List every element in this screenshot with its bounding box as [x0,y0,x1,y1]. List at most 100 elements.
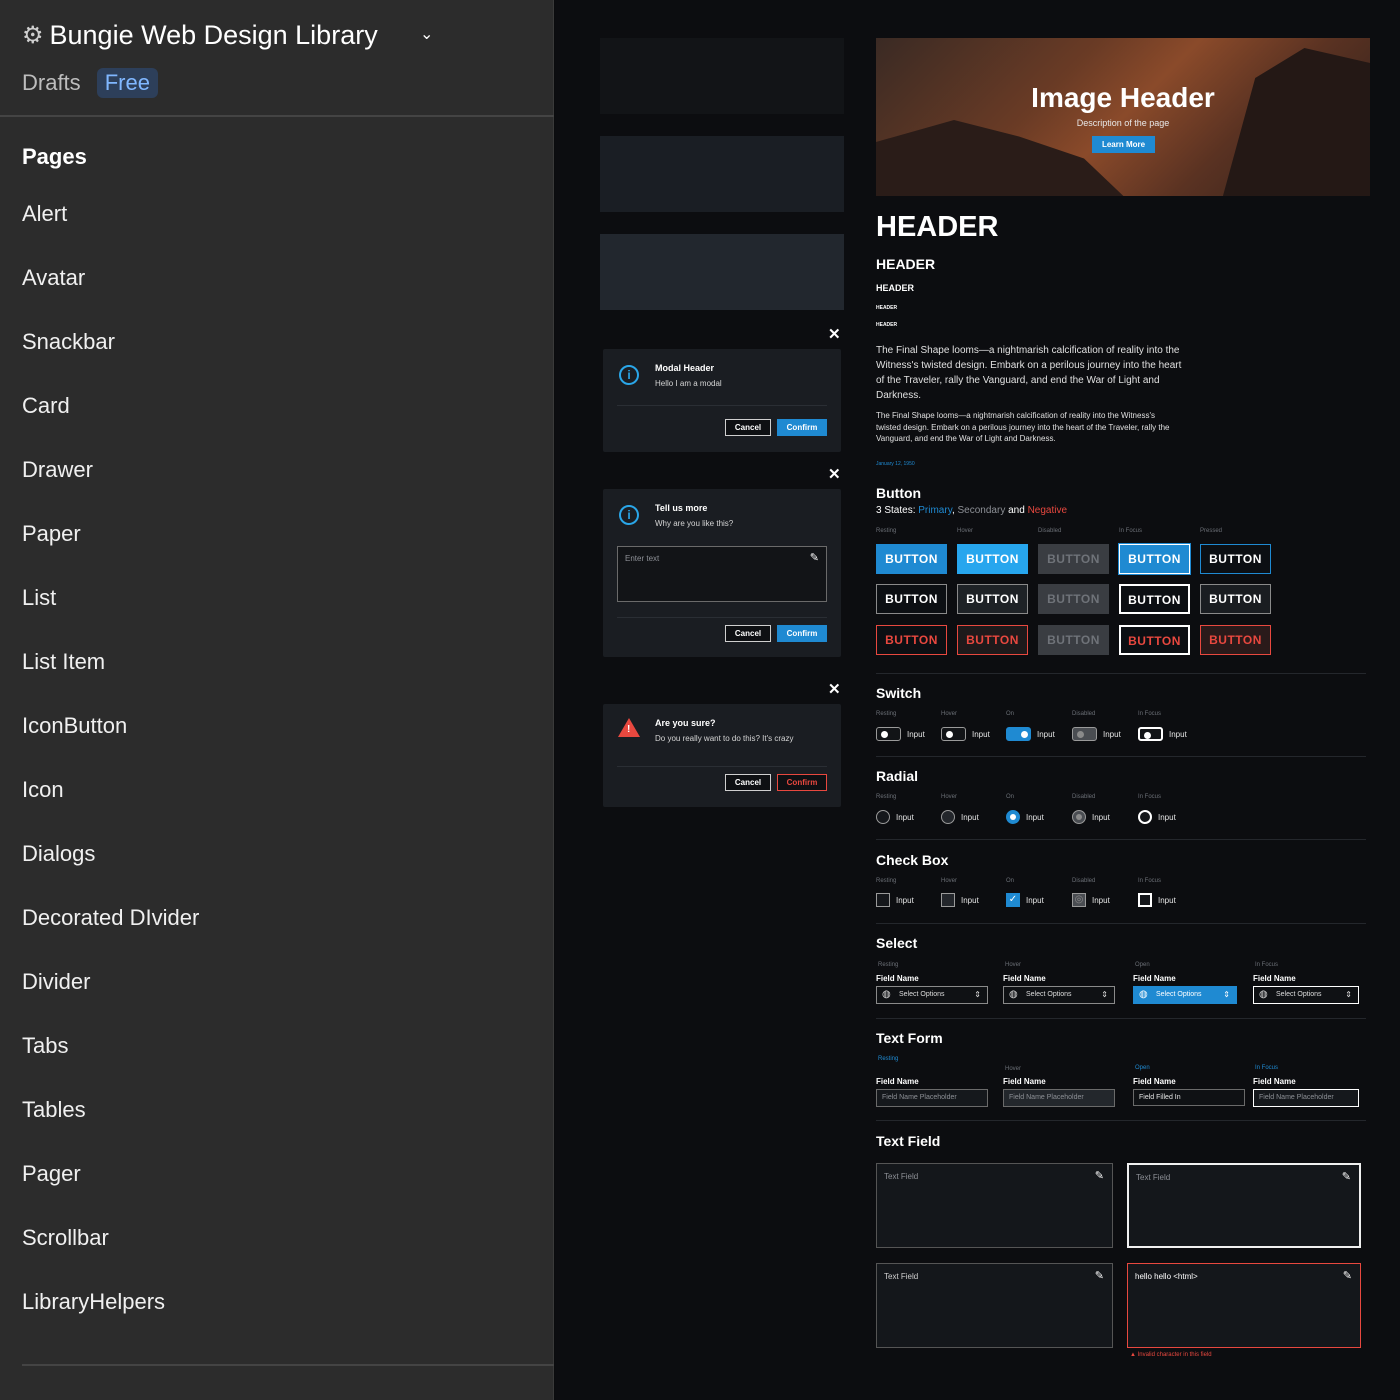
primary-button-focus[interactable]: BUTTON [1118,543,1191,575]
divider [22,1364,554,1366]
radio-off[interactable] [876,810,890,824]
primary-button-pressed[interactable]: BUTTON [1200,544,1271,574]
close-icon[interactable]: ✕ [828,680,841,698]
switch-control[interactable]: Input [1138,727,1187,741]
secondary-button-pressed[interactable]: BUTTON [1200,584,1271,614]
negative-button-resting[interactable]: BUTTON [876,625,947,655]
cancel-button[interactable]: Cancel [725,419,771,436]
negative-button-hover[interactable]: BUTTON [957,625,1028,655]
text-input[interactable]: Field Filled In [1133,1089,1245,1106]
select-dropdown[interactable]: ◍ Select Options ⇕ [1133,986,1237,1004]
text-field-error[interactable]: hello hello <html> ✎ [1127,1263,1361,1348]
divider [876,923,1366,924]
text-input[interactable]: Field Name Placeholder [1003,1089,1115,1107]
state-label: Hover [1005,962,1022,968]
control-label: Input [1103,729,1121,739]
select-dropdown[interactable]: ◍ Select Options ⇕ [876,986,988,1004]
select-dropdown[interactable]: ◍ Select Options ⇕ [1253,986,1359,1004]
radio-control[interactable]: Input [876,810,914,824]
sidebar-page-item[interactable]: IconButton [22,712,199,776]
input-dialog: i Tell us more Why are you like this? En… [603,489,841,657]
confirm-button[interactable]: Confirm [777,625,827,642]
sidebar-page-item[interactable]: Decorated DIvider [22,904,199,968]
switch-control[interactable]: Input [876,727,925,741]
radio-control[interactable]: Input [1006,810,1044,824]
warning-icon: ▲ [1130,1352,1138,1358]
drafts-label[interactable]: Drafts [22,70,81,96]
error-text: Invalid character in this field [1137,1352,1212,1358]
text-area[interactable]: Enter text ✎ [617,546,827,602]
sidebar-page-item[interactable]: List [22,584,199,648]
chevron-down-icon[interactable]: ⌄ [420,24,433,44]
switch-control[interactable]: Input [941,727,990,741]
pencil-icon: ✎ [1341,1171,1351,1183]
toggle-on[interactable] [1006,727,1031,741]
learn-more-button[interactable]: Learn More [1092,136,1155,153]
primary-button-hover[interactable]: BUTTON [957,544,1028,574]
secondary-button-resting[interactable]: BUTTON [876,584,947,614]
checkbox-control[interactable]: Input [1138,893,1176,907]
state-label: In Focus [1119,528,1143,534]
sidebar-page-item[interactable]: Pager [22,1160,199,1224]
state-label: Open [1135,1065,1150,1071]
checkbox-control[interactable]: Input [941,893,979,907]
text-input[interactable]: Field Name Placeholder [876,1089,988,1107]
sidebar-page-item[interactable]: Divider [22,968,199,1032]
toggle-off[interactable] [876,727,901,741]
confirm-button[interactable]: Confirm [777,419,827,436]
negative-button-focus[interactable]: BUTTON [1119,625,1190,655]
sidebar-page-item[interactable]: Tables [22,1096,199,1160]
sidebar-page-item[interactable]: Dialogs [22,840,199,904]
confirm-negative-button[interactable]: Confirm [777,774,827,791]
select-dropdown[interactable]: ◍ Select Options ⇕ [1003,986,1115,1004]
state-label: On [1006,878,1015,884]
radio-off[interactable] [941,810,955,824]
state-label: Resting [876,878,897,884]
close-icon[interactable]: ✕ [828,325,841,343]
sidebar-page-item[interactable]: List Item [22,648,199,712]
text-input[interactable]: Field Name Placeholder [1253,1089,1359,1107]
toggle-focus[interactable] [1138,727,1163,741]
chevron-updown-icon: ⇕ [1223,990,1230,999]
section-title: Check Box [876,852,949,868]
radio-focus[interactable] [1138,810,1152,824]
pencil-icon: ✎ [1094,1270,1104,1282]
close-icon[interactable]: ✕ [828,465,841,483]
radio-control[interactable]: Input [1138,810,1176,824]
header-h3: HEADER [876,283,915,293]
cancel-button[interactable]: Cancel [725,774,771,791]
radio-on[interactable] [1006,810,1020,824]
file-title-menu[interactable]: ⚙ Bungie Web Design Library ⌄ [22,18,542,52]
checkbox-control[interactable]: ✓ Input [1006,893,1044,907]
checkbox-checked[interactable]: ✓ [1006,893,1020,907]
button-description: 3 States: Primary, Secondary and Negativ… [876,505,1067,516]
secondary-button-focus[interactable]: BUTTON [1119,584,1190,614]
toggle-off[interactable] [941,727,966,741]
sidebar-page-item[interactable]: Scrollbar [22,1224,199,1288]
checkbox-focus[interactable] [1138,893,1152,907]
checkbox-off[interactable] [941,893,955,907]
checkbox-control[interactable]: Input [876,893,914,907]
sidebar-page-item[interactable]: Avatar [22,264,199,328]
cancel-button[interactable]: Cancel [725,625,771,642]
text-field[interactable]: Text Field ✎ [876,1163,1113,1248]
radio-control[interactable]: Input [941,810,979,824]
text-field-focused[interactable]: Text Field ✎ [1127,1163,1361,1248]
sidebar-page-item[interactable]: Icon [22,776,199,840]
negative-button-pressed[interactable]: BUTTON [1200,625,1271,655]
sidebar-page-item[interactable]: Paper [22,520,199,584]
color-swatch [600,234,844,310]
sidebar-page-item[interactable]: Snackbar [22,328,199,392]
sidebar-page-item[interactable]: Card [22,392,199,456]
divider [617,766,827,767]
text-field[interactable]: Text Field ✎ [876,1263,1113,1348]
switch-control[interactable]: Input [1006,727,1055,741]
sidebar-page-item[interactable]: LibraryHelpers [22,1288,199,1352]
sidebar-page-item[interactable]: Drawer [22,456,199,520]
secondary-button-hover[interactable]: BUTTON [957,584,1028,614]
primary-button-resting[interactable]: BUTTON [876,544,947,574]
sidebar-page-item[interactable]: Alert [22,200,199,264]
control-label: Input [896,895,914,905]
checkbox-off[interactable] [876,893,890,907]
sidebar-page-item[interactable]: Tabs [22,1032,199,1096]
